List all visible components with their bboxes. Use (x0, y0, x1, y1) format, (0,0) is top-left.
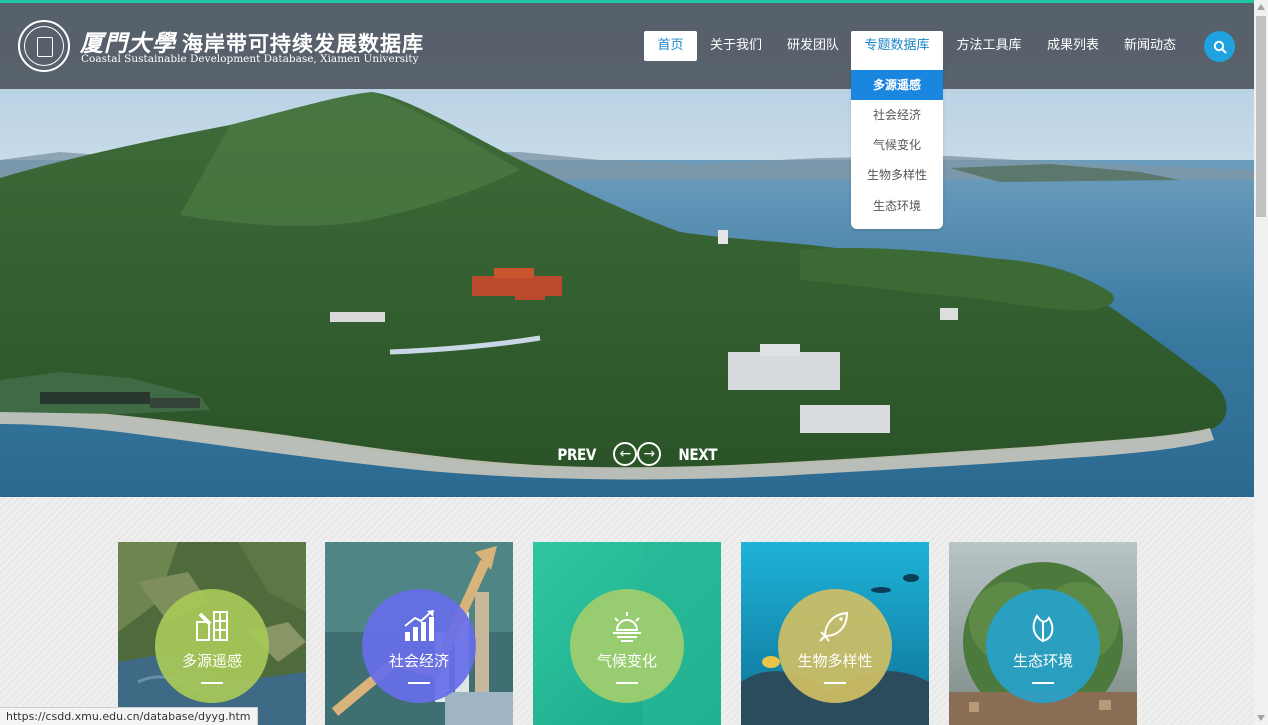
vertical-scrollbar[interactable] (1254, 0, 1268, 725)
next-label[interactable]: NEXT (679, 445, 718, 464)
header-top-accent-line (0, 0, 1254, 3)
scroll-down-arrow-icon[interactable] (1254, 711, 1268, 725)
card-biodiversity-title: 生物多样性 (797, 652, 873, 670)
scroll-up-arrow-icon[interactable] (1254, 0, 1268, 14)
site-header: 厦門大學 海岸带可持续发展数据库 Coastal Sustainable Deve… (0, 0, 1254, 89)
card-climate-change-title: 气候变化 (596, 652, 657, 670)
page: PREV ← → NEXT 厦門大學 海岸带可持续发展数据库 Coastal Su… (0, 0, 1254, 725)
card-ecological-environment-badge: 生态环境 (986, 589, 1100, 703)
fish-icon (819, 611, 849, 642)
nav-news[interactable]: 新闻动态 (1117, 31, 1183, 61)
card-title-underline (824, 682, 846, 684)
card-title-underline (201, 682, 223, 684)
sunrise-icon (613, 612, 641, 642)
university-seal-logo[interactable] (18, 20, 70, 72)
dropdown-item-remote-sensing[interactable]: 多源遥感 (851, 70, 943, 100)
prev-label[interactable]: PREV (557, 445, 596, 464)
card-title-underline (1032, 682, 1054, 684)
search-icon (1213, 40, 1226, 53)
nav-thematic-database[interactable]: 专题数据库 (851, 31, 943, 61)
card-socio-economy-title: 社会经济 (388, 652, 449, 670)
card-climate-change[interactable]: 气候变化 (533, 542, 721, 725)
dropdown-item-socio-economy[interactable]: 社会经济 (851, 100, 943, 130)
search-button[interactable] (1204, 31, 1235, 62)
nav-results-list[interactable]: 成果列表 (1040, 31, 1106, 61)
status-bar-url: https://csdd.xmu.edu.cn/database/dyyg.ht… (0, 707, 258, 725)
card-remote-sensing-badge: 多源遥感 (155, 589, 269, 703)
scrollbar-thumb[interactable] (1256, 16, 1266, 217)
thematic-cards-section: 多源遥感 社会经济 气候变化 生物多样性 生态环境 (0, 497, 1254, 725)
next-arrow-icon[interactable]: → (637, 442, 662, 466)
card-ecological-environment-title: 生态环境 (1012, 652, 1073, 670)
nav-research-team[interactable]: 研发团队 (780, 31, 846, 61)
dropdown-item-climate-change[interactable]: 气候变化 (851, 130, 943, 160)
card-remote-sensing-title: 多源遥感 (181, 652, 242, 670)
nav-about-us[interactable]: 关于我们 (703, 31, 769, 61)
nav-methods-tools[interactable]: 方法工具库 (950, 31, 1028, 61)
satellite-icon (196, 611, 228, 641)
card-title-underline (616, 682, 638, 684)
card-biodiversity[interactable]: 生物多样性 (741, 542, 929, 725)
card-remote-sensing[interactable]: 多源遥感 (118, 542, 306, 725)
chart-growth-icon (404, 610, 434, 641)
thematic-database-dropdown: 多源遥感 社会经济 气候变化 生物多样性 生态环境 (851, 61, 943, 229)
card-socio-economy-badge: 社会经济 (362, 589, 476, 703)
leaf-icon (1032, 614, 1054, 643)
slider-controls: PREV ← → NEXT (554, 441, 721, 467)
prev-arrow-icon[interactable]: ← (613, 442, 638, 466)
dropdown-item-biodiversity[interactable]: 生物多样性 (851, 160, 943, 190)
nav-home[interactable]: 首页 (644, 31, 697, 61)
site-logo-subtitle: Coastal Sustainable Development Database… (81, 53, 419, 65)
card-ecological-environment[interactable]: 生态环境 (949, 542, 1137, 725)
card-title-underline (408, 682, 430, 684)
card-biodiversity-badge: 生物多样性 (778, 589, 892, 703)
card-climate-change-badge: 气候变化 (570, 589, 684, 703)
card-socio-economy[interactable]: 社会经济 (325, 542, 513, 725)
dropdown-item-ecological-environment[interactable]: 生态环境 (851, 191, 943, 221)
